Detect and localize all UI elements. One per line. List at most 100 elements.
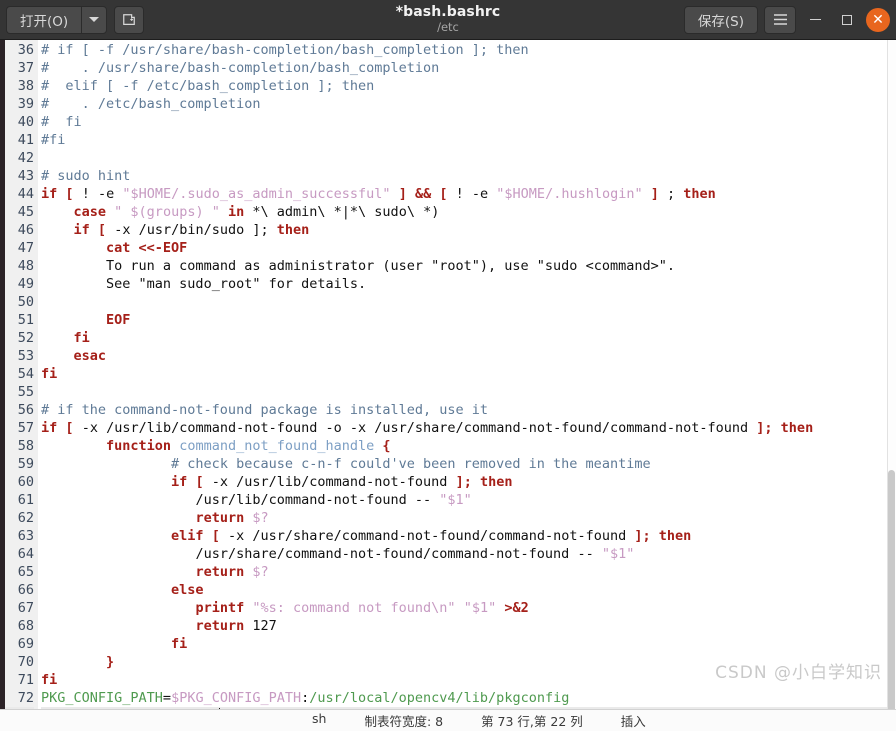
code-line[interactable]: return 127 [41, 617, 896, 635]
line-number: 64 [17, 546, 34, 562]
line-number: 52 [17, 330, 34, 346]
line-number: 55 [17, 384, 34, 400]
line-number: 67 [17, 600, 34, 616]
code-line[interactable] [41, 149, 896, 167]
code-line[interactable]: fi [41, 635, 896, 653]
open-file-label: 打开(O) [20, 13, 69, 30]
line-number: 38 [17, 78, 34, 94]
code-line[interactable]: #fi [41, 131, 896, 149]
line-number: 68 [17, 618, 34, 634]
new-document-button[interactable] [114, 5, 145, 34]
line-number: 65 [17, 564, 34, 580]
maximize-button[interactable] [834, 7, 860, 33]
line-number: 53 [17, 348, 34, 364]
code-line[interactable]: printf "%s: command not found\n" "$1" >&… [41, 599, 896, 617]
line-number: 58 [17, 438, 34, 454]
code-line[interactable]: case " $(groups) " in *\ admin\ *|*\ sud… [41, 203, 896, 221]
code-line[interactable]: # if [ -f /usr/share/bash-completion/bas… [41, 41, 896, 59]
line-number: 61 [17, 492, 34, 508]
line-number: 49 [17, 276, 34, 292]
code-line[interactable]: EOF [41, 311, 896, 329]
code-line[interactable]: # . /etc/bash_completion [41, 95, 896, 113]
code-line[interactable]: To run a command as administrator (user … [41, 257, 896, 275]
line-number: 40 [17, 114, 34, 130]
line-number: 43 [17, 168, 34, 184]
code-line[interactable]: function command_not_found_handle { [41, 437, 896, 455]
line-number: 56 [17, 402, 34, 418]
status-cursor-position[interactable]: 第 73 行,第 22 列 [481, 711, 583, 730]
line-number: 45 [17, 204, 34, 220]
line-number: 71 [17, 672, 34, 688]
code-content[interactable]: # if [ -f /usr/share/bash-completion/bas… [38, 40, 896, 709]
line-number: 63 [17, 528, 34, 544]
code-line[interactable]: fi [41, 329, 896, 347]
status-language[interactable]: sh [312, 711, 326, 730]
line-number: 42 [17, 150, 34, 166]
code-line[interactable]: # if the command-not-found package is in… [41, 401, 896, 419]
code-line[interactable]: fi [41, 365, 896, 383]
close-button[interactable]: ✕ [866, 7, 890, 32]
line-number: 36 [17, 42, 34, 58]
line-number: 50 [17, 294, 34, 310]
editor-area[interactable]: 36 37 38 39 40 41 42 43 44 45 46 47 48 49 50 51 52 53 54 55… [0, 40, 896, 709]
code-line[interactable]: fi [41, 671, 896, 689]
code-line[interactable]: PKG_CONFIG_PATH=$PKG_CONFIG_PATH:/usr/lo… [41, 689, 896, 707]
minimize-icon [809, 18, 821, 21]
code-line[interactable]: esac [41, 347, 896, 365]
code-line[interactable] [41, 293, 896, 311]
header-left-controls: 打开(O) [6, 5, 145, 34]
code-line[interactable]: # fi [41, 113, 896, 131]
code-line[interactable]: /usr/lib/command-not-found -- "$1" [41, 491, 896, 509]
code-line[interactable]: # elif [ -f /etc/bash_completion ]; then [41, 77, 896, 95]
status-insert-mode[interactable]: 插入 [621, 711, 646, 730]
file-path-subtitle: /etc [437, 20, 459, 35]
line-number: 51 [17, 312, 34, 328]
vertical-scrollbar[interactable] [887, 40, 896, 709]
line-number: 48 [17, 258, 34, 274]
hamburger-menu-icon [773, 14, 787, 25]
code-line[interactable]: if [ ! -e "$HOME/.sudo_as_admin_successf… [41, 185, 896, 203]
text-editor-window: 打开(O) *bash.bashrc /etc 保存(S) ✕ 36 37 38… [0, 0, 896, 731]
line-number: 39 [17, 96, 34, 112]
status-tab-width[interactable]: 制表符宽度: 8 [364, 711, 443, 730]
line-number: 44 [17, 186, 34, 202]
line-number: 54 [17, 366, 34, 382]
code-line[interactable]: if [ -x /usr/bin/sudo ]; then [41, 221, 896, 239]
line-number: 41 [17, 132, 34, 148]
code-line[interactable]: elif [ -x /usr/share/command-not-found/c… [41, 527, 896, 545]
main-menu-button[interactable] [764, 5, 796, 34]
code-line[interactable]: if [ -x /usr/lib/command-not-found -o -x… [41, 419, 896, 437]
code-line[interactable]: return $? [41, 563, 896, 581]
minimize-button[interactable] [802, 7, 828, 33]
new-document-icon [123, 13, 136, 25]
header-bar: 打开(O) *bash.bashrc /etc 保存(S) ✕ [0, 0, 896, 40]
code-line[interactable]: # . /usr/share/bash-completion/bash_comp… [41, 59, 896, 77]
code-line[interactable]: cat <<-EOF [41, 239, 896, 257]
code-line[interactable] [41, 383, 896, 401]
line-number: 72 [17, 690, 34, 706]
code-line[interactable]: See "man sudo_root" for details. [41, 275, 896, 293]
line-number: 59 [17, 456, 34, 472]
code-line[interactable]: if [ -x /usr/lib/command-not-found ]; th… [41, 473, 896, 491]
code-line[interactable]: /usr/share/command-not-found/command-not… [41, 545, 896, 563]
line-number: 47 [17, 240, 34, 256]
save-button[interactable]: 保存(S) [683, 5, 758, 34]
line-number: 62 [17, 510, 34, 526]
maximize-icon [842, 14, 852, 25]
scrollbar-thumb[interactable] [888, 470, 895, 709]
code-line[interactable]: return $? [41, 509, 896, 527]
close-icon: ✕ [872, 11, 884, 28]
chevron-down-icon [89, 17, 100, 22]
line-number: 46 [17, 222, 34, 238]
status-items: sh 制表符宽度: 8 第 73 行,第 22 列 插入 [312, 711, 646, 730]
line-number: 60 [17, 474, 34, 490]
line-number: 57 [17, 420, 34, 436]
open-file-button[interactable]: 打开(O) [6, 5, 82, 34]
code-line[interactable]: # check because c-n-f could've been remo… [41, 455, 896, 473]
code-line[interactable]: else [41, 581, 896, 599]
line-number: 66 [17, 582, 34, 598]
code-line[interactable]: } [41, 653, 896, 671]
open-recent-dropdown-button[interactable] [81, 5, 108, 34]
code-line[interactable]: # sudo hint [41, 167, 896, 185]
status-bar: sh 制表符宽度: 8 第 73 行,第 22 列 插入 [0, 709, 896, 731]
